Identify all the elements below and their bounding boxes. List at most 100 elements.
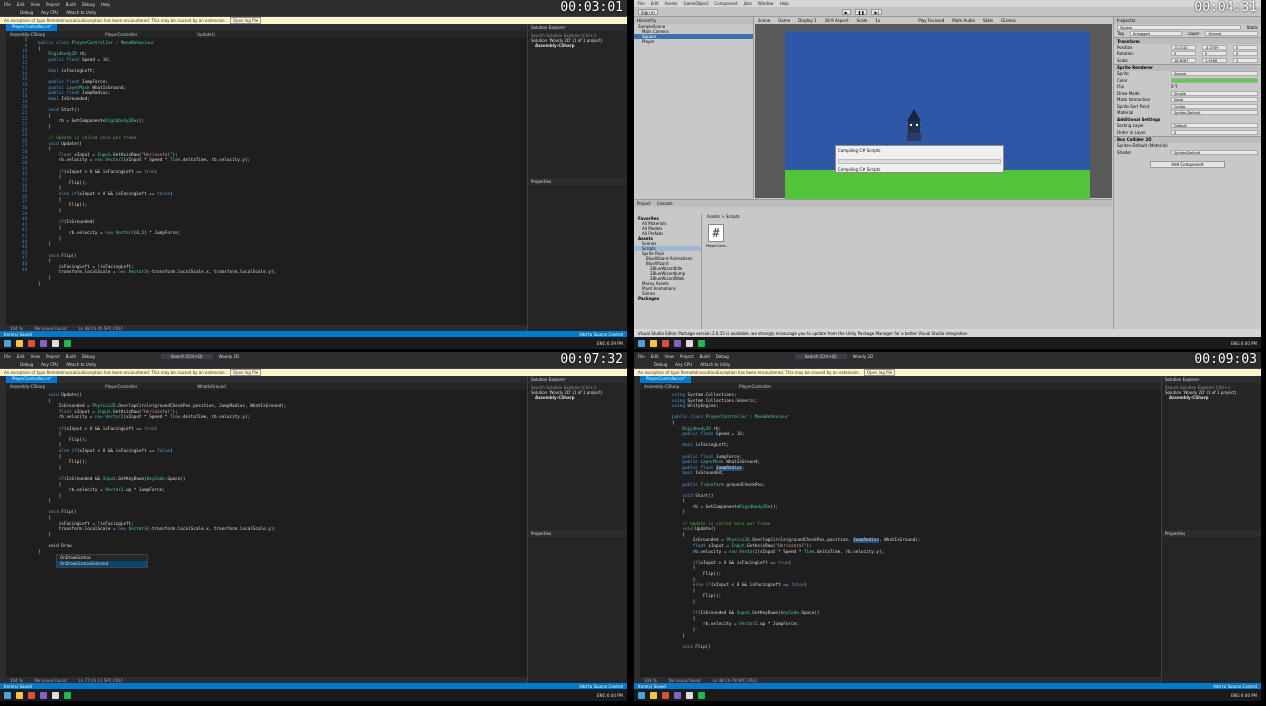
search-input[interactable]: Search (Ctrl+Q): [160, 354, 213, 359]
flip-toggles[interactable]: X Y: [1171, 84, 1177, 89]
explorer-icon[interactable]: [16, 339, 23, 347]
windows-start-icon[interactable]: [4, 691, 11, 699]
step-button[interactable]: ▶|: [871, 8, 882, 15]
play-button[interactable]: ▶: [841, 8, 851, 15]
windows-start-icon[interactable]: [638, 691, 645, 699]
tab-game[interactable]: Game: [778, 18, 790, 23]
menu-help[interactable]: Help: [780, 1, 789, 6]
menu-build[interactable]: Build: [700, 354, 710, 359]
tab-player-controller[interactable]: PlayerController.cs*: [6, 24, 58, 31]
menu-view[interactable]: View: [30, 354, 40, 359]
transform-header[interactable]: Transform: [1114, 37, 1261, 44]
config-select[interactable]: Debug: [20, 10, 33, 15]
platform-select[interactable]: Any CPU: [41, 362, 58, 367]
scale-y[interactable]: 1.9188: [1202, 57, 1227, 63]
menu-project[interactable]: Project: [46, 2, 60, 7]
nav-class[interactable]: PlayerController: [739, 384, 771, 389]
menu-debug[interactable]: Debug: [82, 354, 95, 359]
tab-project[interactable]: Project: [637, 201, 651, 206]
windows-start-icon[interactable]: [638, 339, 645, 347]
solution-project[interactable]: Assembly-CSharp: [531, 43, 624, 48]
tab-console[interactable]: Console: [657, 201, 673, 206]
windows-start-icon[interactable]: [4, 339, 11, 347]
stats-toggle[interactable]: Stats: [983, 18, 993, 23]
platform-select[interactable]: Any CPU: [675, 362, 692, 367]
unity-icon[interactable]: [686, 339, 693, 347]
menu-project[interactable]: Project: [46, 354, 60, 359]
attach-unity-button[interactable]: Attach to Unity: [66, 362, 96, 367]
source-control-button[interactable]: Add to Source Control: [579, 684, 623, 689]
nav-assembly[interactable]: Assembly-CSharp: [10, 384, 45, 389]
nav-class[interactable]: PlayerController: [105, 384, 137, 389]
rotation-y[interactable]: 0: [1202, 51, 1227, 57]
explorer-icon[interactable]: [650, 691, 657, 699]
sprite-renderer-header[interactable]: Sprite Renderer: [1114, 63, 1261, 71]
menu-component[interactable]: Component: [714, 1, 737, 6]
platform-select[interactable]: Any CPU: [41, 10, 58, 15]
csharp-script-icon[interactable]: #: [708, 224, 724, 242]
autocomplete-item-selected[interactable]: OnDrawGizmosSelected: [57, 561, 147, 567]
menu-file[interactable]: File: [638, 354, 645, 359]
menu-gameobject[interactable]: GameObject: [683, 1, 708, 6]
vs-icon[interactable]: [40, 691, 47, 699]
aspect-select[interactable]: 16:9 Aspect: [825, 18, 849, 23]
tree-packages[interactable]: Packages: [634, 296, 701, 301]
source-control-button[interactable]: Add to Source Control: [579, 332, 623, 337]
pause-button[interactable]: ❚❚: [854, 8, 868, 15]
position-x[interactable]: -0.2144: [1171, 44, 1196, 50]
menu-help[interactable]: Help: [101, 2, 110, 7]
chrome-icon[interactable]: [662, 691, 669, 699]
tab-scene[interactable]: Scene: [758, 18, 770, 23]
draw-mode-select[interactable]: Simple: [1171, 90, 1258, 96]
menu-build[interactable]: Build: [66, 2, 76, 7]
nav-class[interactable]: PlayerController: [105, 32, 137, 37]
code-editor[interactable]: PlayerController.cs* Assembly-CSharp Pla…: [6, 24, 527, 331]
nav-assembly[interactable]: Assembly-CSharp: [10, 32, 45, 37]
nav-method[interactable]: Update(): [197, 32, 215, 37]
nav-member[interactable]: WhatIsGround: [197, 384, 226, 389]
rotation-z[interactable]: 0: [1233, 51, 1258, 57]
sorting-layer-select[interactable]: Default: [1171, 123, 1258, 129]
attach-unity-button[interactable]: Attach to Unity: [700, 362, 730, 367]
script-file-name[interactable]: PlayerCont...: [706, 244, 728, 248]
tag-select[interactable]: Untagged: [1129, 31, 1183, 37]
menu-jobs[interactable]: Jobs: [744, 1, 752, 6]
gizmos-toggle[interactable]: Gizmos: [1001, 18, 1016, 23]
explorer-icon[interactable]: [650, 339, 657, 347]
spotify-icon[interactable]: [64, 691, 71, 699]
layer-select[interactable]: Ground: [1205, 31, 1258, 37]
config-select[interactable]: Debug: [20, 362, 33, 367]
menu-project[interactable]: Project: [680, 354, 694, 359]
open-log-button[interactable]: Open log file: [229, 17, 262, 24]
unity-icon[interactable]: [52, 339, 59, 347]
position-z[interactable]: 0: [1233, 44, 1258, 50]
menu-file[interactable]: File: [4, 354, 11, 359]
vs-icon[interactable]: [674, 339, 681, 347]
tab-player-controller[interactable]: PlayerController.cs*: [6, 376, 58, 383]
menu-assets[interactable]: Assets: [664, 1, 677, 6]
search-input[interactable]: Search (Ctrl+Q): [794, 354, 847, 359]
menu-edit[interactable]: Edit: [17, 354, 25, 359]
chrome-icon[interactable]: [662, 339, 669, 347]
menu-debug[interactable]: Debug: [82, 2, 95, 7]
game-view[interactable]: Scene Game Display 1 16:9 Aspect Scale 1…: [755, 17, 1112, 200]
object-name-field[interactable]: Square: [1117, 24, 1241, 30]
scale-x[interactable]: 16.8287: [1171, 57, 1196, 63]
solution-project[interactable]: Assembly-CSharp: [1165, 395, 1258, 400]
material-field[interactable]: Sprites-Default: [1171, 110, 1258, 116]
order-in-layer-field[interactable]: 0: [1171, 129, 1258, 135]
spotify-icon[interactable]: [64, 339, 71, 347]
nav-assembly[interactable]: Assembly-CSharp: [644, 384, 679, 389]
shader-select[interactable]: Sprites/Default: [1171, 149, 1258, 155]
sort-point-select[interactable]: Center: [1171, 103, 1258, 109]
menu-view[interactable]: View: [664, 354, 674, 359]
position-y[interactable]: -4.3709: [1202, 44, 1227, 50]
scale-z[interactable]: 1: [1233, 57, 1258, 63]
color-field[interactable]: [1171, 77, 1258, 83]
mask-interaction-select[interactable]: None: [1171, 97, 1258, 103]
open-log-button[interactable]: Open log file: [863, 369, 896, 376]
chrome-icon[interactable]: [28, 339, 35, 347]
sign-in-button[interactable]: Sign in: [638, 8, 658, 15]
unity-icon[interactable]: [686, 691, 693, 699]
spotify-icon[interactable]: [698, 691, 705, 699]
